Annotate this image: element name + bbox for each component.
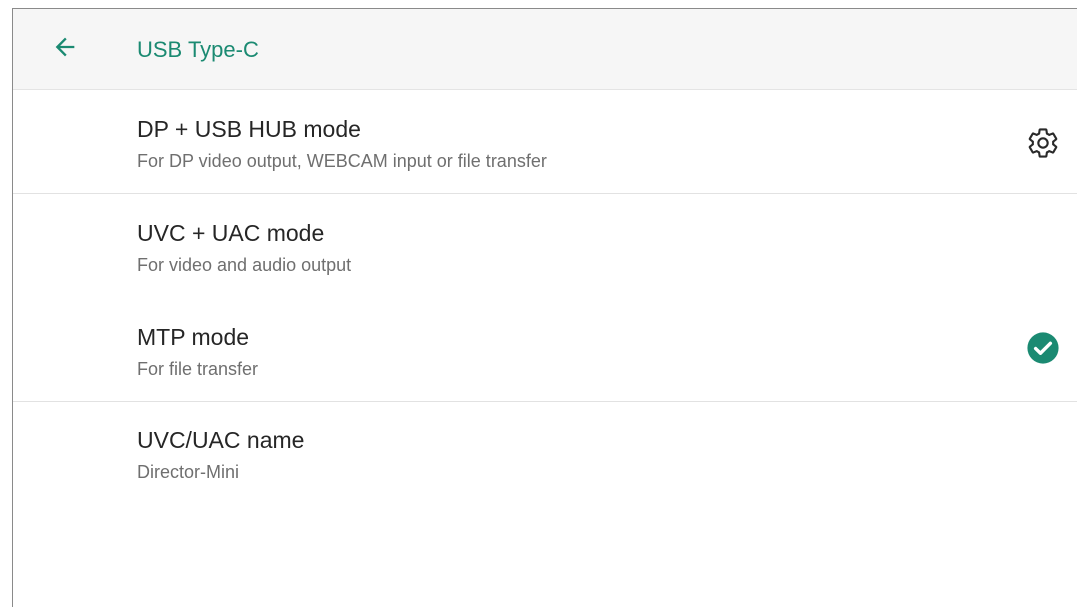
selected-indicator bbox=[1026, 331, 1060, 370]
back-button[interactable] bbox=[45, 29, 85, 69]
check-circle-icon bbox=[1026, 331, 1060, 370]
pref-summary: For file transfer bbox=[137, 359, 259, 379]
pref-title: MTP mode bbox=[137, 324, 250, 350]
arrow-back-icon bbox=[51, 33, 79, 66]
pref-uvc-uac-mode[interactable]: UVC + UAC mode For video and audio outpu… bbox=[13, 194, 1077, 298]
pref-uvc-uac-name[interactable]: UVC/UAC name Director-Mini bbox=[13, 402, 1077, 506]
settings-screen: USB Type-C DP + USB HUB mode For DP vide… bbox=[12, 8, 1077, 607]
pref-summary: For video and audio output bbox=[137, 255, 352, 275]
gear-icon bbox=[1026, 126, 1060, 165]
dp-settings-button[interactable] bbox=[1021, 123, 1065, 167]
pref-title: UVC/UAC name bbox=[137, 427, 305, 453]
app-toolbar: USB Type-C bbox=[13, 9, 1077, 90]
pref-mtp-mode[interactable]: MTP mode For file transfer bbox=[13, 298, 1077, 401]
pref-summary: Director-Mini bbox=[137, 462, 240, 482]
pref-title: DP + USB HUB mode bbox=[137, 116, 361, 142]
page-title: USB Type-C bbox=[137, 37, 259, 62]
pref-dp-usb-hub-mode[interactable]: DP + USB HUB mode For DP video output, W… bbox=[13, 91, 1077, 193]
pref-summary: For DP video output, WEBCAM input or fil… bbox=[137, 151, 547, 171]
pref-title: UVC + UAC mode bbox=[137, 220, 325, 246]
